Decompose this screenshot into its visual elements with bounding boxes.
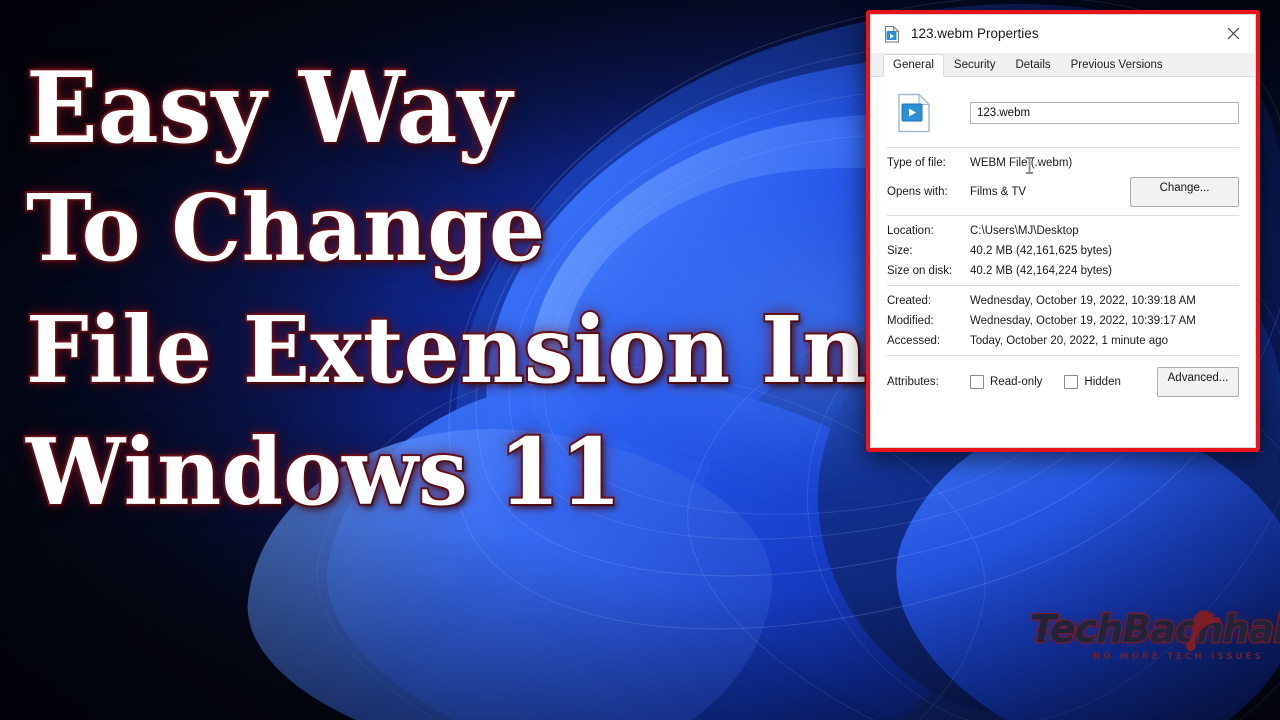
location-size-group: Location: C:\Users\MJ\Desktop Size: 40.2… <box>887 225 1239 277</box>
type-of-file-row: Type of file: WEBM File (.webm) <box>887 157 1239 174</box>
size-on-disk-value: 40.2 MB (42,164,224 bytes) <box>970 265 1112 277</box>
attributes-label: Attributes: <box>887 376 939 388</box>
filename-row: 123.webm <box>887 93 1239 133</box>
close-icon[interactable] <box>1211 15 1255 52</box>
video-file-icon <box>883 25 901 43</box>
advanced-button[interactable]: Advanced... <box>1157 367 1239 397</box>
divider-3 <box>887 285 1239 287</box>
accessed-label: Accessed: <box>887 335 941 347</box>
opens-with-row: Opens with: Films & TV Change... <box>887 177 1239 207</box>
file-type-group: Type of file: WEBM File (.webm) Opens wi… <box>887 157 1239 207</box>
type-of-file-value: WEBM File (.webm) <box>970 157 1239 174</box>
headline: Easy Way To Change File Extension In Win… <box>24 51 868 526</box>
location-value: C:\Users\MJ\Desktop <box>970 225 1079 237</box>
size-row: Size: 40.2 MB (42,161,625 bytes) <box>887 245 1239 257</box>
created-row: Created: Wednesday, October 19, 2022, 10… <box>887 295 1239 307</box>
size-on-disk-row: Size on disk: 40.2 MB (42,164,224 bytes) <box>887 265 1239 277</box>
tab-security[interactable]: Security <box>944 54 1006 76</box>
checkbox-box <box>970 375 984 389</box>
readonly-checkbox[interactable]: Read-only <box>970 375 1042 389</box>
opens-with-value: Films & TV <box>970 186 1027 198</box>
size-value: 40.2 MB (42,161,625 bytes) <box>970 245 1112 257</box>
headline-line-4: Windows 11 <box>24 418 623 526</box>
dialog-general-pane: 123.webm Type of file: WEBM File (.webm) <box>871 77 1255 447</box>
logo-tagline: NO MORE TECH ISSUES <box>1093 652 1264 662</box>
divider-2 <box>887 215 1239 217</box>
tab-general[interactable]: General <box>883 53 944 77</box>
dialog-tabs: General Security Details Previous Versio… <box>871 53 1255 77</box>
headline-line-2: To Change <box>24 174 547 282</box>
thumbnail-canvas: Easy Way To Change File Extension In Win… <box>0 0 1280 720</box>
wifi-signal-icon <box>1186 610 1221 651</box>
dialog-title: 123.webm Properties <box>911 26 1039 41</box>
divider-1 <box>887 147 1239 149</box>
dialog-titlebar: 123.webm Properties <box>871 15 1255 53</box>
modified-label: Modified: <box>887 315 934 327</box>
checkbox-box <box>1064 375 1079 389</box>
filename-input[interactable]: 123.webm <box>970 102 1239 124</box>
headline-line-3: File Extension In <box>24 296 868 404</box>
size-on-disk-label: Size on disk: <box>887 265 953 277</box>
accessed-row: Accessed: Today, October 20, 2022, 1 min… <box>887 335 1239 347</box>
modified-row: Modified: Wednesday, October 19, 2022, 1… <box>887 315 1239 327</box>
created-value: Wednesday, October 19, 2022, 10:39:18 AM <box>970 295 1196 307</box>
opens-with-label: Opens with: <box>887 186 948 198</box>
created-label: Created: <box>887 295 932 307</box>
properties-dialog-highlight: 123.webm Properties General Security Det… <box>866 10 1260 452</box>
video-file-icon-large <box>897 93 931 133</box>
properties-dialog: 123.webm Properties General Security Det… <box>870 14 1256 448</box>
hidden-label: Hidden <box>1084 376 1121 388</box>
change-button[interactable]: Change... <box>1130 177 1239 207</box>
type-of-file-text: WEBM File (.webm) <box>970 157 1073 169</box>
headline-line-1: Easy Way <box>24 51 514 166</box>
hidden-checkbox[interactable]: Hidden <box>1064 375 1121 389</box>
channel-logo: TechBachhal NO MORE TECH ISSUES <box>1029 609 1280 706</box>
type-of-file-label: Type of file: <box>887 157 946 169</box>
location-row: Location: C:\Users\MJ\Desktop <box>887 225 1239 237</box>
tab-previous-versions[interactable]: Previous Versions <box>1061 54 1173 76</box>
modified-value: Wednesday, October 19, 2022, 10:39:17 AM <box>970 315 1196 327</box>
dates-group: Created: Wednesday, October 19, 2022, 10… <box>887 295 1239 347</box>
accessed-value: Today, October 20, 2022, 1 minute ago <box>970 335 1168 347</box>
tab-details[interactable]: Details <box>1005 54 1060 76</box>
size-label: Size: <box>887 245 913 257</box>
location-label: Location: <box>887 225 934 237</box>
readonly-label: Read-only <box>990 376 1043 388</box>
attributes-row: Attributes: Read-only Hidden Advanced... <box>887 367 1239 397</box>
divider-4 <box>887 355 1239 357</box>
